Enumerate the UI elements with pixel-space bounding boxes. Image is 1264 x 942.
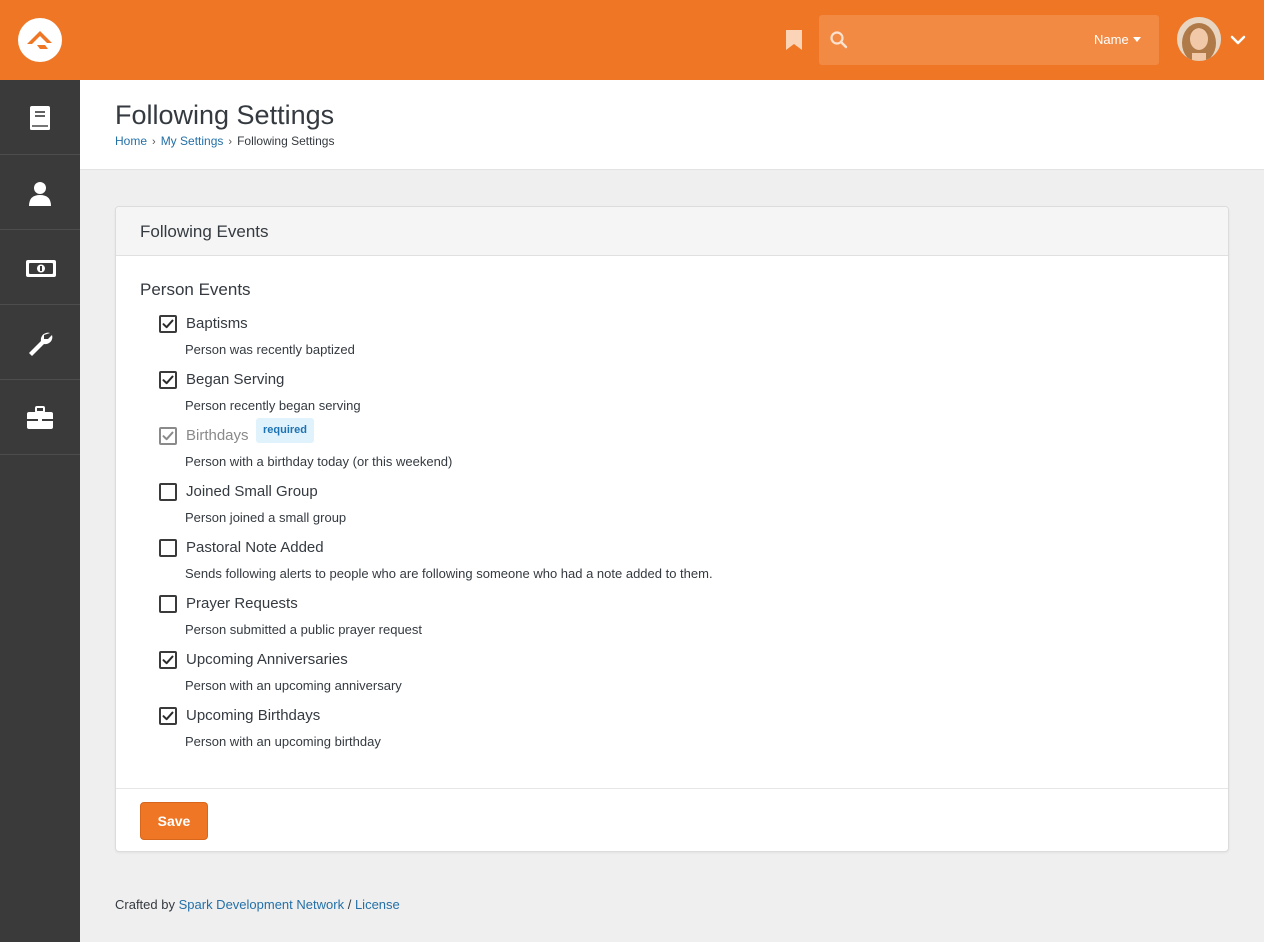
top-navbar: Name [0,0,1264,80]
search-type-label: Name [1094,32,1129,47]
book-icon [30,106,50,130]
event-description: Person was recently baptized [185,342,355,357]
bookmark-icon[interactable] [785,29,803,51]
briefcase-icon [27,406,53,429]
footer-org-link[interactable]: Spark Development Network [179,897,344,912]
event-label[interactable]: Baptisms [186,315,248,332]
caret-down-icon [1132,37,1141,42]
breadcrumb-my-settings[interactable]: My Settings [161,134,224,148]
event-checkbox[interactable] [159,651,177,669]
event-label[interactable]: Began Serving [186,371,284,388]
sidebar [0,80,80,942]
checkmark-icon [162,655,174,665]
search-input[interactable] [857,25,1077,55]
event-option: Birthdays required Person with a birthday … [159,418,1159,483]
event-checkbox[interactable] [159,315,177,333]
event-checkbox[interactable] [159,539,177,557]
required-badge: required [256,418,315,443]
chevron-down-icon[interactable] [1230,32,1246,48]
event-checkbox [159,427,177,445]
search-type-dropdown[interactable]: Name [1094,32,1141,47]
event-description: Person with an upcoming birthday [185,734,381,749]
event-option: Upcoming Anniversaries Person with an upc… [159,651,1159,707]
search-bar: Name [819,15,1159,65]
event-description: Person recently began serving [185,398,361,413]
page-title: Following Settings [115,100,335,130]
event-checkbox[interactable] [159,595,177,613]
event-checkbox[interactable] [159,707,177,725]
breadcrumb-separator-icon: › [228,136,233,148]
event-description: Person submitted a public prayer request [185,622,423,637]
event-label[interactable]: Pastoral Note Added [186,539,324,556]
event-checkbox[interactable] [159,483,177,501]
footer-license-link[interactable]: License [355,897,400,912]
footer-separator: / [347,897,352,912]
section-title: Person Events [140,280,251,299]
sidebar-item-tools[interactable] [0,380,80,455]
breadcrumb-home[interactable]: Home [115,134,147,148]
breadcrumb-separator-icon: › [152,136,156,148]
following-events-panel: Following Events Person Events Baptisms P… [115,206,1229,852]
event-label[interactable]: Prayer Requests [186,595,298,612]
event-label[interactable]: Upcoming Birthdays [186,707,320,724]
breadcrumb: Home › My Settings › Following Settings [115,134,334,148]
panel-footer: Save [116,788,1228,851]
page-footer: Crafted by Spark Development Network / L… [115,897,400,912]
event-option: Baptisms Person was recently baptized [159,315,1159,371]
event-description: Person joined a small group [185,510,347,525]
checkmark-icon [162,375,174,385]
event-option: Upcoming Birthdays Person with an upcomin… [159,707,1159,763]
event-checkbox[interactable] [159,371,177,389]
checkmark-icon [162,711,174,721]
sidebar-item-book[interactable] [0,80,80,155]
checkmark-icon [162,431,174,441]
user-icon [29,182,51,206]
event-description: Sends following alerts to people who are… [185,566,713,581]
breadcrumb-current: Following Settings [237,134,335,148]
checkmark-icon [162,319,174,329]
event-option: Joined Small Group Person joined a small … [159,483,1159,539]
sidebar-item-finance[interactable] [0,230,80,305]
panel-title: Following Events [140,222,269,241]
search-icon [829,30,849,50]
panel-heading: Following Events [116,207,1228,256]
footer-prefix: Crafted by [115,897,175,912]
event-label[interactable]: Joined Small Group [186,483,318,500]
event-option: Pastoral Note Added Sends following alert… [159,539,1159,595]
event-label[interactable]: Upcoming Anniversaries [186,651,348,668]
sidebar-item-people[interactable] [0,155,80,230]
save-button[interactable]: Save [140,802,208,840]
avatar[interactable] [1177,17,1221,61]
sidebar-item-admin-tools[interactable] [0,305,80,380]
event-description: Person with a birthday today (or this we… [185,454,453,469]
event-label: Birthdays [186,427,249,444]
event-option: Prayer Requests Person submitted a public… [159,595,1159,651]
money-icon [26,260,56,277]
rock-logo-icon[interactable] [18,18,62,62]
wrench-icon [29,332,53,356]
page-header: Following Settings Home › My Settings › Foll… [80,80,1264,170]
event-description: Person with an upcoming anniversary [185,678,402,693]
